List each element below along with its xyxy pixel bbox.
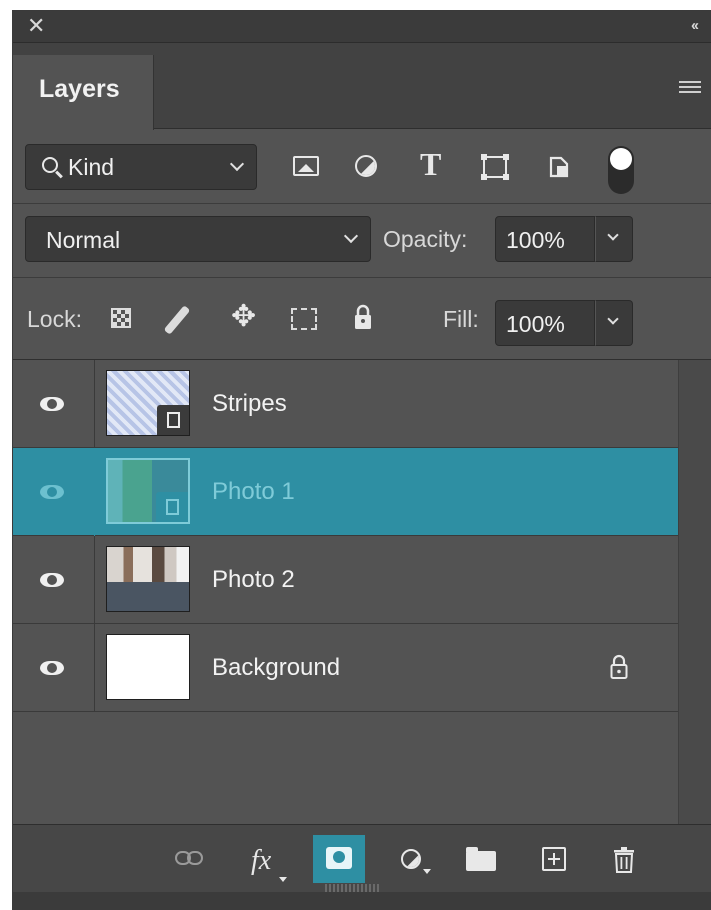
smart-object-filter-icon[interactable]	[549, 156, 569, 178]
adjustment-layer-icon[interactable]	[401, 849, 421, 869]
filter-toggle[interactable]	[608, 146, 634, 194]
layer-name: Background	[212, 654, 341, 681]
lock-transparency-icon[interactable]	[111, 308, 131, 328]
smart-object-badge-icon	[156, 492, 188, 522]
eye-icon[interactable]	[40, 573, 64, 587]
add-mask-icon[interactable]	[313, 835, 365, 883]
panel-bottom-bar	[13, 892, 711, 910]
layer-thumbnail	[106, 546, 190, 612]
filter-row: Kind T	[13, 130, 711, 204]
trash-icon[interactable]	[613, 847, 635, 873]
fill-label: Fill:	[443, 306, 479, 332]
resize-grip[interactable]	[325, 884, 381, 892]
layer-row-photo-2[interactable]: Photo 2	[13, 536, 678, 624]
fx-label: fx	[251, 845, 272, 876]
opacity-label: Opacity:	[383, 226, 468, 252]
kind-filter-select[interactable]: Kind	[25, 144, 257, 190]
link-layers-icon[interactable]	[175, 851, 205, 865]
layer-thumbnail	[106, 370, 190, 436]
submenu-indicator-icon	[279, 877, 287, 882]
tab-row: Layers	[13, 43, 711, 130]
layer-thumbnail	[106, 634, 190, 700]
chevron-down-icon	[607, 313, 619, 325]
chevron-down-icon	[229, 156, 245, 172]
tab-layers[interactable]: Layers	[13, 55, 154, 130]
fill-dropdown[interactable]	[595, 300, 633, 346]
fill-value: 100%	[506, 311, 565, 337]
tab-label: Layers	[39, 75, 120, 103]
lock-row: Lock: ✥ Fill: 100%	[13, 278, 711, 360]
search-icon	[42, 157, 58, 173]
chevron-down-icon	[343, 228, 359, 244]
blend-mode-select[interactable]: Normal	[25, 216, 371, 262]
opacity-input[interactable]: 100%	[495, 216, 595, 262]
layer-name: Photo 2	[212, 566, 295, 593]
panel-footer: fx	[13, 824, 711, 892]
new-group-icon[interactable]	[466, 847, 496, 871]
visibility-cell[interactable]	[13, 448, 95, 536]
close-icon[interactable]: ✕	[27, 15, 45, 37]
layer-row-photo-1[interactable]: Photo 1	[13, 448, 678, 536]
fill-input[interactable]: 100%	[495, 300, 595, 346]
lock-image-icon[interactable]	[163, 305, 191, 335]
layer-name: Stripes	[212, 390, 287, 417]
lock-artboard-icon[interactable]	[291, 308, 317, 330]
visibility-cell[interactable]	[13, 624, 95, 712]
panel-menu-icon[interactable]	[679, 81, 701, 95]
visibility-cell[interactable]	[13, 360, 95, 448]
submenu-indicator-icon	[423, 869, 431, 874]
lock-all-icon[interactable]	[353, 304, 373, 330]
fx-icon[interactable]: fx	[251, 845, 287, 885]
layer-thumbnail	[106, 458, 190, 524]
collapse-icon[interactable]: ‹‹	[691, 17, 699, 34]
pixel-filter-icon[interactable]	[293, 156, 319, 176]
new-layer-icon[interactable]	[542, 847, 566, 871]
chevron-down-icon	[607, 229, 619, 241]
layer-row-stripes[interactable]: Stripes	[13, 360, 678, 448]
eye-icon[interactable]	[40, 661, 64, 675]
blend-row: Normal Opacity: 100%	[13, 204, 711, 278]
layer-name: Photo 1	[212, 478, 295, 505]
lock-label: Lock:	[27, 306, 82, 332]
lock-position-icon[interactable]: ✥	[231, 302, 256, 332]
opacity-dropdown[interactable]	[595, 216, 633, 262]
layers-panel: ✕ ‹‹ Layers Kind T Normal Opacity: 100% …	[12, 10, 711, 910]
opacity-value: 100%	[506, 227, 565, 253]
layer-row-background[interactable]: Background	[13, 624, 678, 712]
blend-mode-value: Normal	[46, 227, 121, 253]
layers-list: Stripes Photo 1 Photo 2 Background	[13, 360, 678, 824]
panel-title-bar: ✕ ‹‹	[13, 11, 711, 43]
kind-label: Kind	[68, 154, 115, 180]
adjustment-filter-icon[interactable]	[355, 155, 377, 177]
eye-icon[interactable]	[40, 485, 64, 499]
smart-object-badge-icon	[157, 405, 189, 435]
lock-icon[interactable]	[609, 654, 629, 680]
shape-filter-icon[interactable]	[481, 154, 509, 180]
layers-scrollbar[interactable]	[678, 360, 711, 824]
eye-icon[interactable]	[40, 397, 64, 411]
type-filter-icon[interactable]: T	[420, 148, 441, 180]
visibility-cell[interactable]	[13, 536, 95, 624]
